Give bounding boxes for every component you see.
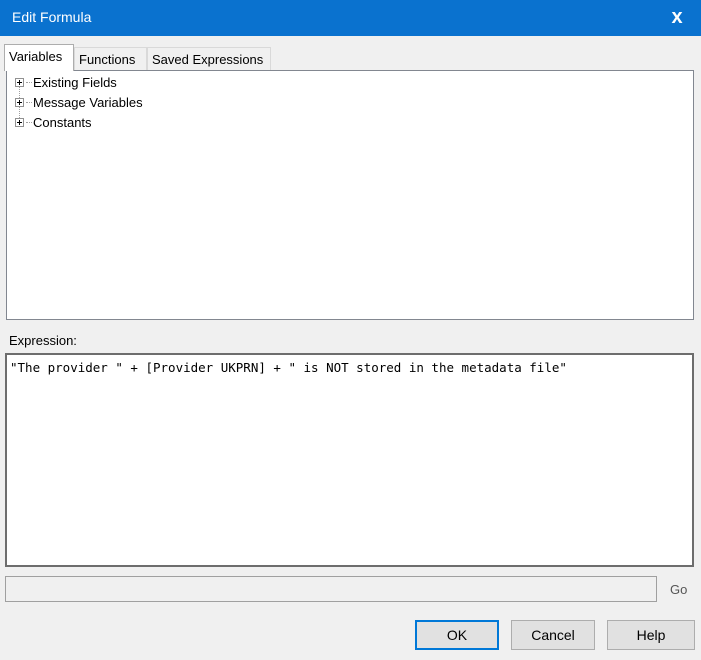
expand-plus-icon[interactable] — [15, 77, 24, 87]
expand-plus-icon[interactable] — [15, 97, 24, 107]
tab-functions[interactable]: Functions — [74, 47, 147, 70]
tab-saved-expressions[interactable]: Saved Expressions — [147, 47, 271, 70]
tree-item-label: Existing Fields — [33, 74, 117, 90]
window-title: Edit Formula — [12, 9, 92, 25]
variables-tree[interactable]: Existing Fields Message Variables Consta… — [6, 70, 694, 320]
expand-plus-icon[interactable] — [15, 117, 24, 127]
go-link[interactable]: Go — [670, 582, 687, 597]
help-button[interactable]: Help — [607, 620, 695, 650]
tab-variables[interactable]: Variables — [4, 44, 74, 71]
status-field — [5, 576, 657, 602]
expression-editor[interactable]: "The provider " + [Provider UKPRN] + " i… — [5, 353, 694, 567]
title-bar: Edit Formula x — [0, 0, 701, 36]
tree-item-label: Message Variables — [33, 94, 143, 110]
tree-item-existing-fields[interactable]: Existing Fields — [15, 73, 117, 91]
ok-button[interactable]: OK — [415, 620, 499, 650]
close-icon[interactable]: x — [665, 5, 689, 29]
tree-item-message-variables[interactable]: Message Variables — [15, 93, 143, 111]
expression-label: Expression: — [9, 333, 77, 348]
tree-item-label: Constants — [33, 114, 92, 130]
tree-item-constants[interactable]: Constants — [15, 113, 92, 131]
cancel-button[interactable]: Cancel — [511, 620, 595, 650]
